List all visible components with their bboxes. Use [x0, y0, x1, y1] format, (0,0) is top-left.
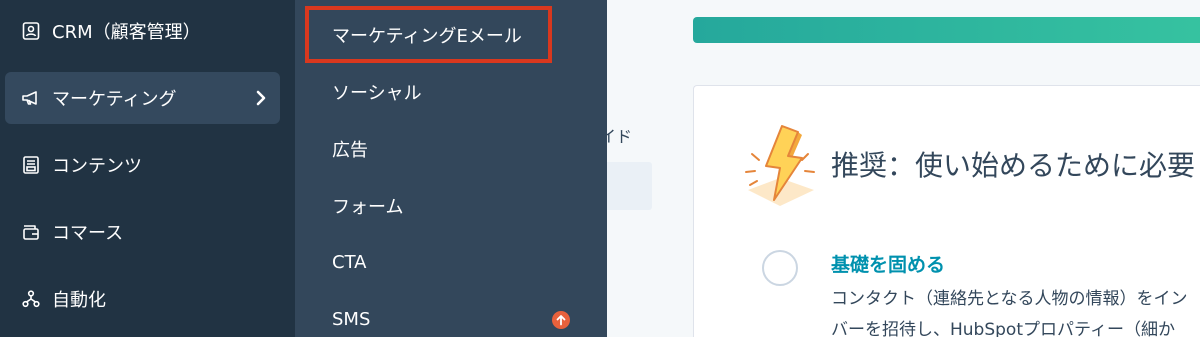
sidebar-item-label: CRM（顧客管理） — [52, 21, 201, 43]
sidebar-item-crm[interactable]: CRM（顧客管理） — [5, 5, 280, 57]
flyout-item-cta[interactable]: CTA — [305, 234, 580, 291]
task-description: コンタクト（連絡先となる人物の情報）をイン バーを招待し、HubSpotプロパテ… — [831, 284, 1188, 337]
flyout-item-ads[interactable]: 広告 — [305, 120, 580, 177]
flyout-item-forms[interactable]: フォーム — [305, 177, 580, 234]
flyout-item-marketing-email[interactable]: マーケティングEメール — [305, 6, 552, 63]
progress-bar — [693, 17, 1200, 43]
sidebar-item-marketing[interactable]: マーケティング — [5, 71, 280, 124]
sidebar-item-label: コンテンツ — [52, 155, 142, 177]
lightning-bolt-icon — [744, 124, 816, 208]
content-icon — [21, 155, 41, 175]
flyout-item-social[interactable]: ソーシャル — [305, 63, 580, 120]
sidebar-item-label: コマース — [52, 222, 124, 244]
contacts-icon — [21, 21, 41, 41]
flyout-item-sms[interactable]: SMS — [305, 291, 580, 337]
task-description-line: コンタクト（連絡先となる人物の情報）をイン — [831, 289, 1188, 309]
main-sidebar: CRM（顧客管理） マーケティング コンテンツ コマース 自動化 — [0, 0, 295, 337]
megaphone-icon — [21, 88, 41, 108]
card-heading: 推奨：使い始めるために必要 — [831, 149, 1196, 182]
sidebar-item-automation[interactable]: 自動化 — [5, 273, 280, 325]
sidebar-item-label: マーケティング — [52, 88, 177, 110]
marketing-submenu: マーケティングEメール ソーシャル 広告 フォーム CTA SMS — [295, 0, 607, 337]
sidebar-item-commerce[interactable]: コマース — [5, 206, 280, 258]
sidebar-item-label: 自動化 — [52, 289, 106, 311]
automation-icon — [21, 289, 41, 309]
task-status-circle-icon[interactable] — [762, 250, 798, 286]
sidebar-item-content[interactable]: コンテンツ — [5, 139, 280, 191]
recommendation-card: 推奨：使い始めるために必要 基礎を固める コンタクト（連絡先となる人物の情報）を… — [693, 85, 1200, 337]
task-description-line: バーを招待し、HubSpotプロパティー（細か — [831, 320, 1175, 337]
wallet-icon — [21, 222, 41, 242]
upgrade-arrow-icon — [552, 310, 570, 329]
chevron-right-icon — [254, 89, 268, 107]
flyout-item-label: SMS — [332, 309, 371, 330]
task-title-link[interactable]: 基礎を固める — [831, 252, 945, 278]
